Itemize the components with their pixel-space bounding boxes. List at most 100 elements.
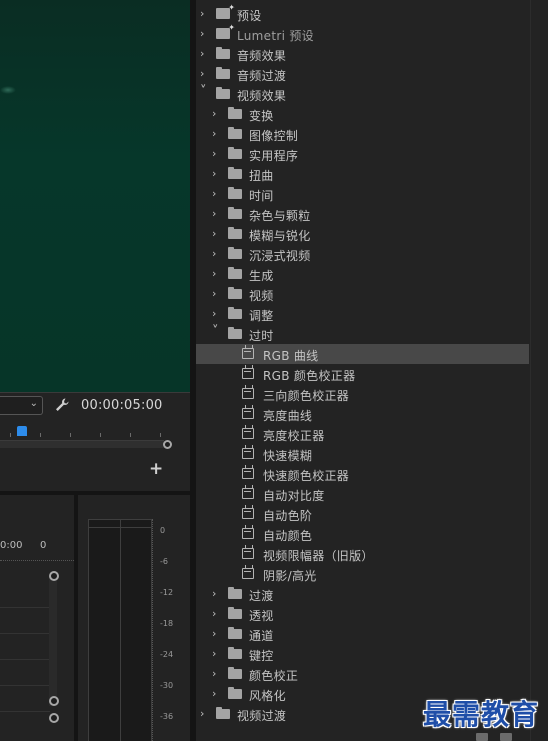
tree-item-label: 亮度校正器 [263, 429, 325, 443]
chevron-right-icon[interactable]: › [212, 268, 222, 280]
vertical-scrollbar[interactable] [530, 0, 531, 741]
tree-item-label: 自动对比度 [263, 489, 325, 503]
tree-folder[interactable]: › 键控 [196, 644, 529, 664]
tree-folder[interactable]: › 实用程序 [196, 144, 529, 164]
tree-folder[interactable]: › 杂色与颗粒 [196, 204, 529, 224]
tree-folder[interactable]: › 生成 [196, 264, 529, 284]
tree-folder[interactable]: ˅ 过时 [196, 324, 529, 344]
chevron-right-icon[interactable]: › [200, 28, 210, 40]
effect-item[interactable]: 自动对比度 [196, 484, 529, 504]
tree-folder[interactable]: › 调整 [196, 304, 529, 324]
wrench-icon[interactable] [54, 397, 70, 413]
chevron-right-icon[interactable]: › [212, 108, 222, 120]
effect-item[interactable]: 快速颜色校正器 [196, 464, 529, 484]
chevron-right-icon[interactable]: › [212, 308, 222, 320]
meter-peak-indicator[interactable] [121, 520, 152, 528]
effect-icon [242, 485, 254, 499]
chevron-right-icon[interactable]: › [212, 608, 222, 620]
meter-peak-indicator[interactable] [89, 520, 120, 528]
chevron-right-icon[interactable]: › [212, 148, 222, 160]
playhead-marker[interactable] [17, 426, 27, 436]
tree-item-label: 自动颜色 [263, 529, 313, 543]
tree-item-label: 预设 [237, 9, 262, 23]
tree-item-label: 过渡 [249, 589, 274, 603]
effect-item[interactable]: 阴影/高光 [196, 564, 529, 584]
monitor-divider [0, 392, 190, 393]
scrollbar-handle[interactable] [163, 440, 172, 449]
chevron-right-icon[interactable]: › [212, 288, 222, 300]
tree-item-label: 音频过渡 [237, 69, 287, 83]
tree-folder[interactable]: › 沉浸式视频 [196, 244, 529, 264]
db-label: -36 [160, 712, 174, 721]
tree-folder[interactable]: › 预设 [196, 3, 529, 24]
track-line [0, 711, 50, 712]
tree-folder[interactable]: › 模糊与锐化 [196, 224, 529, 244]
tree-folder[interactable]: › 透视 [196, 604, 529, 624]
effect-icon [242, 385, 254, 399]
timeline-time-label: 0 [40, 540, 47, 551]
zoom-scrollbar[interactable] [0, 440, 164, 448]
effect-item[interactable]: 三向颜色校正器 [196, 384, 529, 404]
new-bin-icon[interactable] [476, 733, 488, 741]
timeline-ruler[interactable] [0, 555, 74, 561]
chevron-right-icon[interactable]: › [212, 668, 222, 680]
tree-folder[interactable]: › 时间 [196, 184, 529, 204]
chevron-right-icon[interactable]: › [200, 708, 210, 720]
zoom-fit-dropdown[interactable]: ⌄ [0, 396, 43, 415]
scrollbar-handle[interactable] [49, 696, 59, 706]
tree-folder[interactable]: › 变换 [196, 104, 529, 124]
tree-folder[interactable]: › 音频效果 [196, 44, 529, 64]
program-monitor-viewport[interactable] [0, 0, 190, 392]
tree-folder[interactable]: › 视频 [196, 284, 529, 304]
tree-folder[interactable]: › 音频过渡 [196, 64, 529, 84]
duration-timecode[interactable]: 00:00:05:00 [81, 398, 163, 413]
tree-folder[interactable]: › 过渡 [196, 584, 529, 604]
effect-item[interactable]: 快速模糊 [196, 444, 529, 464]
tree-item-label: 键控 [249, 649, 274, 663]
chevron-right-icon[interactable]: › [212, 168, 222, 180]
time-ruler[interactable] [0, 424, 190, 440]
tree-folder[interactable]: › 颜色校正 [196, 664, 529, 684]
chevron-right-icon[interactable]: › [212, 228, 222, 240]
chevron-right-icon[interactable]: › [212, 588, 222, 600]
tree-folder[interactable]: ˅ 视频效果 [196, 84, 529, 104]
chevron-right-icon[interactable]: › [212, 208, 222, 220]
chevron-right-icon[interactable]: › [212, 128, 222, 140]
effect-item[interactable]: 亮度校正器 [196, 424, 529, 444]
folder-icon [228, 667, 242, 679]
folder-icon [228, 227, 242, 239]
chevron-right-icon[interactable]: › [212, 248, 222, 260]
chevron-right-icon[interactable]: › [212, 648, 222, 660]
trash-icon[interactable] [500, 733, 512, 741]
tree-item-label: 视频限幅器（旧版） [263, 549, 374, 563]
chevron-right-icon[interactable]: › [212, 188, 222, 200]
effect-item[interactable]: 自动色阶 [196, 504, 529, 524]
scrollbar-handle[interactable] [49, 571, 59, 581]
effect-item[interactable]: RGB 颜色校正器 [196, 364, 529, 384]
chevron-right-icon[interactable]: › [212, 688, 222, 700]
add-button[interactable]: + [149, 461, 163, 478]
tree-folder[interactable]: › 通道 [196, 624, 529, 644]
scrollbar-handle[interactable] [49, 713, 59, 723]
vertical-scrollbar[interactable] [49, 576, 57, 706]
folder-icon [216, 47, 230, 59]
tree-folder[interactable]: › Lumetri 预设 [196, 23, 529, 44]
chevron-right-icon[interactable]: › [200, 68, 210, 80]
folder-icon [228, 327, 242, 339]
chevron-right-icon[interactable]: › [200, 48, 210, 60]
chevron-right-icon[interactable]: › [200, 8, 210, 20]
folder-icon [228, 687, 242, 699]
tree-folder[interactable]: › 扭曲 [196, 164, 529, 184]
effect-item[interactable]: 自动颜色 [196, 524, 529, 544]
tree-folder[interactable]: › 图像控制 [196, 124, 529, 144]
chevron-down-icon[interactable]: ˅ [200, 85, 210, 98]
tree-item-label: 模糊与锐化 [249, 229, 311, 243]
effect-item[interactable]: 亮度曲线 [196, 404, 529, 424]
chevron-right-icon[interactable]: › [212, 628, 222, 640]
left-pane: ⌄ 00:00:05:00 + 0:00 0 0 -6 -12 -18 -24 … [0, 0, 190, 741]
tree-item-label: 亮度曲线 [263, 409, 313, 423]
effect-item[interactable]: RGB 曲线 [196, 344, 529, 364]
chevron-down-icon[interactable]: ˅ [212, 325, 222, 338]
audio-meter [88, 519, 152, 741]
effect-item[interactable]: 视频限幅器（旧版） [196, 544, 529, 564]
